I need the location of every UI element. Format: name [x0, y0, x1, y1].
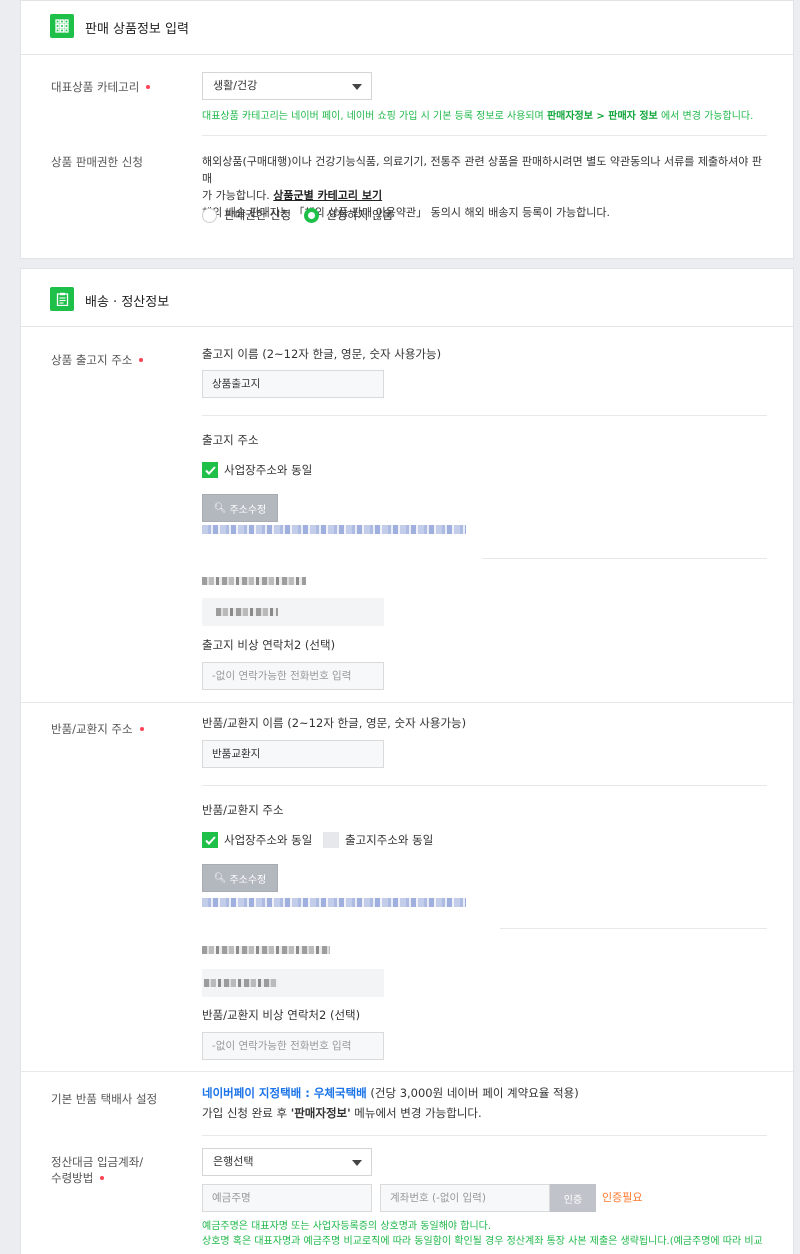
ship-address-edit-button[interactable]: 🔍︎ 주소수정: [202, 494, 278, 522]
account-number-input[interactable]: 계좌번호 (-없이 입력): [380, 1184, 550, 1212]
category-view-link[interactable]: 상품군별 카테고리 보기: [273, 189, 382, 202]
verify-needed-status: 인증필요: [602, 1191, 643, 1204]
category-select[interactable]: 생활/건강: [202, 72, 372, 100]
radio-apply-label: 판매권한 신청: [224, 208, 292, 222]
return-contact2-label: 반품/교환지 비상 연락처2 (선택): [202, 1008, 361, 1022]
return-address-sub-label: 반품/교환지 주소: [202, 803, 284, 817]
search-icon: 🔍︎: [213, 872, 227, 884]
ship-name-label: 출고지 이름 (2~12자 한글, 영문, 숫자 사용가능): [202, 347, 442, 361]
courier-info: 네이버페이 지정택배 : 우체국택배 (건당 3,000원 네이버 페이 계약요…: [202, 1086, 579, 1100]
ship-contact1-redacted: [216, 608, 278, 616]
divider: [500, 928, 767, 929]
divider: [202, 1135, 767, 1136]
ship-contact-redacted: [202, 577, 306, 585]
return-address-edit-button[interactable]: 🔍︎ 주소수정: [202, 864, 278, 892]
divider: [202, 135, 767, 136]
divider: [482, 558, 767, 559]
return-same-ship-checkbox[interactable]: [323, 832, 339, 848]
return-same-business-label: 사업장주소와 동일: [224, 833, 313, 847]
search-icon: 🔍︎: [213, 502, 227, 514]
settlement-label: 정산대금 입금계좌/수령방법: [51, 1155, 144, 1185]
divider: [202, 785, 767, 786]
category-label: 대표상품 카테고리: [51, 79, 151, 95]
return-contact2-input[interactable]: -없이 연락가능한 전화번호 입력: [202, 1032, 384, 1060]
radio-apply[interactable]: [202, 208, 217, 223]
settlement-help2: 상호명 혹은 대표자명과 예금주명 비교로직에 따라 동일함이 확인될 경우 정…: [202, 1236, 763, 1247]
panel-title: 배송 · 정산정보: [85, 295, 170, 310]
divider: [21, 1071, 795, 1072]
ship-same-business-checkbox[interactable]: [202, 462, 218, 478]
panel-header: 판매 상품정보 입력: [21, 1, 793, 55]
clipboard-icon: [50, 287, 74, 311]
return-same-ship-label: 출고지주소와 동일: [345, 833, 434, 847]
verify-button[interactable]: 인증: [550, 1184, 596, 1212]
account-holder-input[interactable]: 예금주명: [202, 1184, 372, 1212]
required-dot: [139, 357, 144, 362]
courier-label: 기본 반품 택배사 설정: [51, 1092, 158, 1106]
required-dot: [100, 1175, 105, 1180]
return-address-redacted: [202, 898, 466, 907]
return-name-label: 반품/교환지 이름 (2~12자 한글, 영문, 숫자 사용가능): [202, 716, 467, 730]
ship-contact2-label: 출고지 비상 연락처2 (선택): [202, 638, 336, 652]
required-dot: [146, 84, 151, 89]
chevron-down-icon: [352, 1160, 362, 1166]
return-same-business-checkbox[interactable]: [202, 832, 218, 848]
divider: [202, 415, 767, 416]
panel-title: 판매 상품정보 입력: [85, 22, 189, 37]
settlement-help1: 예금주명은 대표자명 또는 사업자등록증의 상호명과 동일해야 합니다.: [202, 1221, 492, 1232]
panel-header: 배송 · 정산정보: [21, 269, 793, 327]
check-icon: [204, 835, 216, 845]
divider: [21, 702, 795, 703]
ship-same-business-label: 사업장주소와 동일: [224, 463, 313, 477]
category-help: 대표상품 카테고리는 네이버 페이, 네이버 쇼핑 가입 시 기본 등록 정보로…: [202, 111, 754, 122]
permission-label: 상품 판매권한 신청: [51, 155, 143, 169]
return-name-input[interactable]: 반품교환지: [202, 740, 384, 768]
radio-no-apply-label: 신청하지 않음: [326, 208, 394, 222]
return-contact1-redacted: [204, 979, 278, 987]
ship-address-sub-label: 출고지 주소: [202, 433, 259, 447]
return-address-label: 반품/교환지 주소: [51, 721, 144, 737]
shipping-settlement-panel: 배송 · 정산정보 상품 출고지 주소 출고지 이름 (2~12자 한글, 영문…: [20, 268, 795, 1254]
ship-contact2-input[interactable]: -없이 연락가능한 전화번호 입력: [202, 662, 384, 690]
check-icon: [204, 465, 216, 475]
ship-name-input[interactable]: 상품출고지: [202, 370, 384, 398]
chevron-down-icon: [352, 84, 362, 90]
radio-no-apply[interactable]: [304, 208, 319, 223]
product-info-panel: 판매 상품정보 입력 대표상품 카테고리 생활/건강 대표상품 카테고리는 네이…: [20, 0, 794, 259]
return-contact-redacted: [202, 946, 330, 954]
required-dot: [139, 726, 144, 731]
courier-note: 가입 신청 완료 후 '판매자정보' 메뉴에서 변경 가능합니다.: [202, 1106, 482, 1120]
grid-icon: [50, 14, 74, 38]
bank-select[interactable]: 은행선택: [202, 1148, 372, 1176]
ship-address-label: 상품 출고지 주소: [51, 352, 144, 368]
ship-address-redacted: [202, 525, 466, 534]
